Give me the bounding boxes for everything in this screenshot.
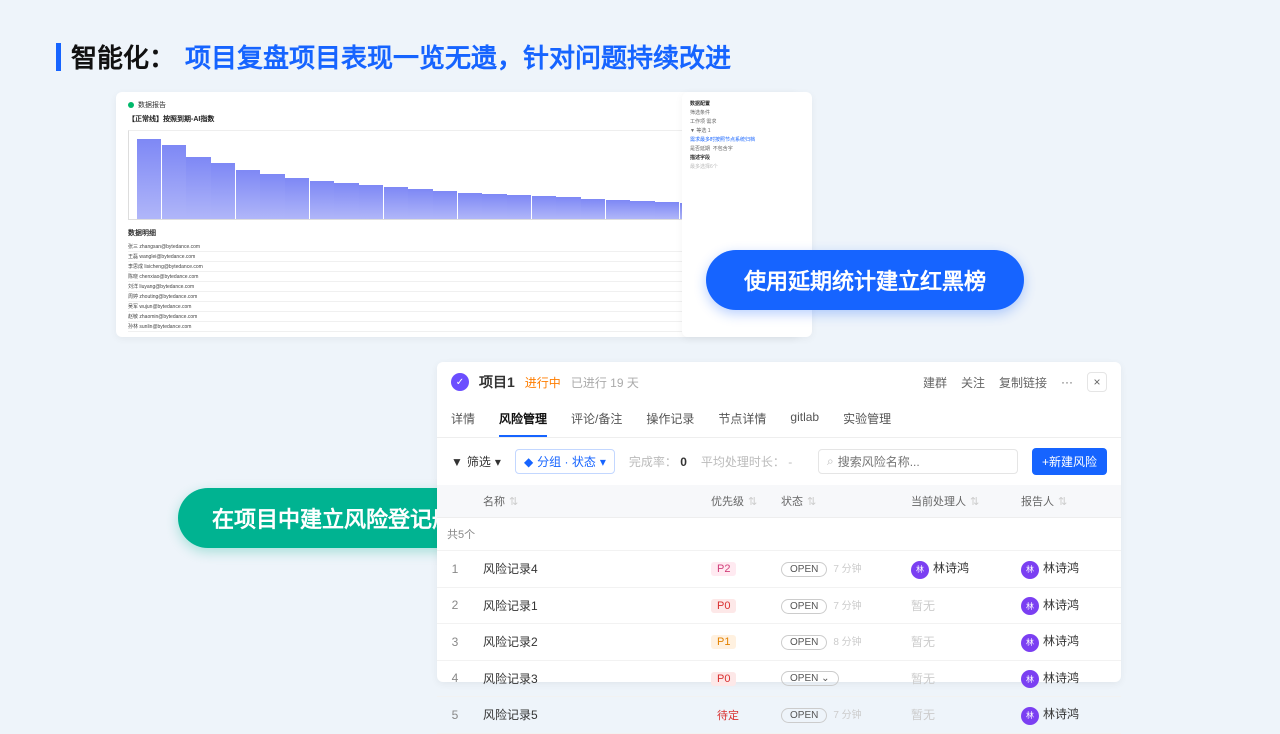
project-panel: ✓ 项目1 进行中 已进行 19 天 建群 关注 复制链接 ··· × 详情风险… xyxy=(437,362,1121,682)
chart-bar xyxy=(606,200,630,219)
tab-2[interactable]: 评论/备注 xyxy=(571,402,622,437)
chart-bar xyxy=(581,199,605,220)
tab-0[interactable]: 详情 xyxy=(451,402,475,437)
state-badge[interactable]: OPEN xyxy=(781,708,827,723)
filter-button[interactable]: ▼ 筛选 ▾ xyxy=(451,453,501,470)
sort-icon[interactable]: ⇅ xyxy=(748,496,757,508)
tab-1[interactable]: 风险管理 xyxy=(499,402,547,437)
chart-bar xyxy=(532,196,556,219)
table-row[interactable]: 4风险记录3P0OPEN暂无林林诗鸿 xyxy=(437,660,1121,697)
completion-label: 完成率： 0 xyxy=(629,453,687,470)
chart-bar xyxy=(310,181,334,219)
col-priority: 优先级⇅ xyxy=(701,485,771,518)
tag-icon: ◆ xyxy=(524,455,533,469)
config-desc-label: 描述字段 xyxy=(690,155,710,161)
chart-bar xyxy=(186,157,210,219)
chart-bar xyxy=(507,195,531,219)
title-accent-bar xyxy=(56,43,61,71)
sort-icon[interactable]: ⇅ xyxy=(807,496,816,508)
chevron-down-icon: ▾ xyxy=(495,455,501,469)
title-part-blue: 项目复盘项目表现一览无遗，针对问题持续改进 xyxy=(185,38,731,75)
tab-6[interactable]: 实验管理 xyxy=(843,402,891,437)
tab-5[interactable]: gitlab xyxy=(790,402,819,437)
chart-bar xyxy=(482,194,506,219)
table-row[interactable]: 2风险记录1P0OPEN7 分钟暂无林林诗鸿 xyxy=(437,587,1121,624)
copy-link-button[interactable]: 复制链接 xyxy=(999,374,1047,391)
chart-bar xyxy=(384,187,408,219)
chart-bar xyxy=(334,183,358,219)
risk-table: 名称⇅ 优先级⇅ 状态⇅ 当前处理人⇅ 报告人⇅ 共5个 1风险记录4P2OPE… xyxy=(437,485,1121,734)
project-toolbar: ▼ 筛选 ▾ ◆ 分组 · 状态 ▾ 完成率： 0 平均处理时长： - ⌕ +新… xyxy=(437,438,1121,485)
project-tabs: 详情风险管理评论/备注操作记录节点详情 gitlab 实验管理 xyxy=(437,402,1121,438)
table-row[interactable]: 1风险记录4P2OPEN7 分钟林林诗鸿林林诗鸿 xyxy=(437,551,1121,588)
chart-bar xyxy=(458,193,482,219)
chart-bar xyxy=(433,191,457,219)
table-row[interactable]: 3风险记录2P1OPEN8 分钟暂无林林诗鸿 xyxy=(437,624,1121,661)
filter-icon: ▼ xyxy=(451,455,463,469)
chart-bar xyxy=(137,139,161,219)
config-blue-line: 需求最多时按照节点系统归档 xyxy=(690,136,804,143)
more-button[interactable]: ··· xyxy=(1061,375,1073,389)
slide-title: 智能化： 项目复盘项目表现一览无遗，针对问题持续改进 xyxy=(56,38,731,75)
chart-bar xyxy=(655,202,679,219)
chevron-down-icon: ▾ xyxy=(600,455,606,469)
sort-icon[interactable]: ⇅ xyxy=(1058,496,1067,508)
title-part-black: 智能化： xyxy=(71,38,175,75)
chart-bar xyxy=(285,178,309,219)
group-button[interactable]: ◆ 分组 · 状态 ▾ xyxy=(515,449,615,474)
status-dot-icon xyxy=(128,102,134,108)
create-group-button[interactable]: 建群 xyxy=(923,374,947,391)
search-input-wrapper[interactable]: ⌕ xyxy=(818,449,1018,474)
config-include: ▼ 等选 1 xyxy=(690,127,804,134)
table-row[interactable]: 5风险记录5待定OPEN7 分钟暂无林林诗鸿 xyxy=(437,697,1121,734)
new-risk-button[interactable]: +新建风险 xyxy=(1032,448,1107,475)
chart-bar xyxy=(211,163,235,219)
group-header-row: 共5个 xyxy=(437,518,1121,551)
config-filter-label: 筛选条件 xyxy=(690,109,804,116)
state-badge[interactable]: OPEN xyxy=(781,635,827,650)
project-status: 进行中 xyxy=(525,374,561,391)
state-badge[interactable]: OPEN xyxy=(781,562,827,577)
stats-header-label: 数据报告 xyxy=(138,100,166,110)
col-handler: 当前处理人⇅ xyxy=(901,485,1011,518)
col-reporter: 报告人⇅ xyxy=(1011,485,1121,518)
project-icon: ✓ xyxy=(451,373,469,391)
chart-bar xyxy=(408,189,432,219)
callout-redblack-list: 使用延期统计建立红黑榜 xyxy=(706,250,1024,310)
chart-bar xyxy=(162,145,186,219)
project-title: 项目1 xyxy=(479,372,515,392)
config-char-count: 最多选择6个 xyxy=(690,163,804,170)
project-header: ✓ 项目1 进行中 已进行 19 天 建群 关注 复制链接 ··· × xyxy=(437,362,1121,402)
project-days: 已进行 19 天 xyxy=(571,374,639,391)
tab-4[interactable]: 节点详情 xyxy=(718,402,766,437)
follow-button[interactable]: 关注 xyxy=(961,374,985,391)
search-input[interactable] xyxy=(838,455,1009,469)
chart-bar xyxy=(359,185,383,219)
chart-bar xyxy=(260,174,284,219)
chart-bar xyxy=(236,170,260,219)
col-state: 状态⇅ xyxy=(771,485,901,518)
close-button[interactable]: × xyxy=(1087,372,1107,392)
search-icon: ⌕ xyxy=(827,454,834,469)
config-title: 数据配置 xyxy=(690,101,710,107)
chart-bar xyxy=(630,201,654,219)
sort-icon[interactable]: ⇅ xyxy=(970,496,979,508)
config-tag: 工作项 需求 xyxy=(690,118,804,125)
sort-icon[interactable]: ⇅ xyxy=(509,496,518,508)
avg-duration-label: 平均处理时长： - xyxy=(701,453,792,470)
state-badge[interactable]: OPEN xyxy=(781,671,839,686)
chart-bar xyxy=(556,197,580,219)
col-name: 名称⇅ xyxy=(473,485,701,518)
state-badge[interactable]: OPEN xyxy=(781,599,827,614)
tab-3[interactable]: 操作记录 xyxy=(646,402,694,437)
